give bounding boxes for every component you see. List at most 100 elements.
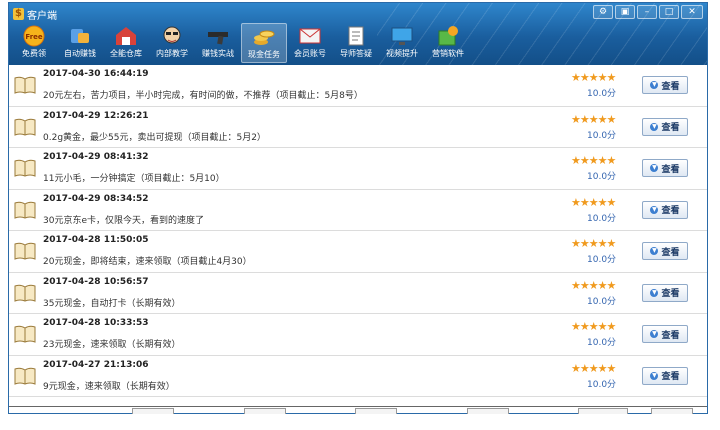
rating-score: 10.0分	[587, 338, 617, 348]
book-icon	[14, 76, 36, 94]
task-description: 20元左右，苦力项目，半小时完成，有时间的做，不推荐（项目截止：5月8号）	[43, 91, 363, 101]
rating-stars: ★★★★★	[571, 361, 616, 375]
book-icon	[14, 284, 36, 302]
down-arrow-icon: ▼	[650, 205, 659, 214]
task-description: 11元小毛，一分钟搞定（项目截止：5月10）	[43, 174, 225, 184]
view-button[interactable]: ▼ 查看	[642, 242, 688, 260]
tool-free[interactable]: Free 免费领	[11, 23, 57, 63]
view-button[interactable]: ▼ 查看	[642, 200, 688, 219]
view-button-label: 查看	[661, 247, 680, 258]
tool-teaching[interactable]: 内部教学	[149, 23, 195, 63]
document-icon	[343, 25, 369, 47]
tool-practice[interactable]: 赚钱实战	[195, 23, 241, 63]
coins-icon	[251, 26, 277, 48]
view-button-label: 查看	[661, 164, 680, 175]
rating-stars: ★★★★★	[571, 320, 616, 333]
rating-score: 10.0分	[587, 172, 617, 182]
auto-earn-icon	[67, 25, 93, 47]
down-arrow-icon: ▼	[650, 330, 659, 338]
down-arrow-icon: ▼	[650, 122, 659, 131]
down-arrow-icon: ▼	[650, 247, 659, 255]
task-row: 2017-04-28 10:56:57 35元现金，自动打卡（长期有效） ★★★★★…	[9, 273, 707, 314]
rating-score: 10.0分	[587, 379, 617, 390]
title-bar: $ 客户端	[13, 6, 57, 22]
task-row: 2017-04-27 21:13:06 9元现金，速来领取（长期有效） ★★★★★ 1…	[9, 356, 707, 397]
view-button[interactable]: ▼ 查看	[642, 283, 688, 302]
task-time: 2017-04-29 08:34:52	[43, 193, 149, 204]
app-logo-icon: $	[13, 8, 24, 20]
tool-auto-earn[interactable]: 自动赚钱	[57, 23, 103, 63]
view-button[interactable]: ▼ 查看	[642, 117, 688, 136]
tool-warehouse[interactable]: 全能仓库	[103, 23, 149, 63]
rating-score: 10.0分	[587, 130, 617, 141]
rating-stars: ★★★★★	[571, 71, 616, 84]
view-button[interactable]: ▼ 查看	[642, 159, 688, 177]
window-controls: ⚙ ▣ – □ ✕	[593, 5, 703, 19]
down-arrow-icon: ▼	[650, 164, 659, 172]
task-description: 20元现金，即将结束，速来领取（项目截止4月30）	[43, 257, 252, 267]
task-time: 2017-04-29 08:41:32	[43, 152, 149, 162]
settings-icon[interactable]: ⚙	[593, 5, 613, 19]
task-description: 0.2g黄金，最少55元，卖出可提现（项目截止：5月2）	[43, 132, 266, 143]
task-row: 2017-04-28 11:50:05 20元现金，即将结束，速来领取（项目截止4…	[9, 231, 707, 273]
task-time: 2017-04-28 10:56:57	[43, 276, 149, 287]
task-description: 35元现金，自动打卡（长期有效）	[43, 298, 181, 309]
task-time: 2017-04-28 10:33:53	[43, 318, 149, 328]
book-icon	[14, 118, 36, 136]
rating-score: 10.0分	[587, 255, 617, 265]
task-time: 2017-04-28 11:50:05	[43, 235, 149, 245]
task-row: 2017-04-29 08:34:52 30元京东e卡，仅限今天，看到的速度了 ★★…	[9, 190, 707, 231]
view-button-label: 查看	[661, 206, 680, 216]
app-title: 客户端	[27, 10, 57, 22]
rating-score: 10.0分	[587, 296, 617, 307]
warehouse-icon	[113, 25, 139, 47]
view-button[interactable]: ▼ 查看	[642, 325, 688, 343]
view-button-label: 查看	[661, 81, 680, 92]
down-arrow-icon: ▼	[650, 288, 659, 297]
tool-video[interactable]: 视频提升	[379, 23, 425, 63]
book-icon	[14, 159, 36, 177]
view-button-label: 查看	[661, 289, 680, 299]
task-description: 30元京东e卡，仅限今天，看到的速度了	[43, 215, 204, 226]
task-description: 23元现金，速来领取（长期有效）	[43, 340, 181, 350]
monitor-icon	[389, 25, 415, 47]
view-button-label: 查看	[661, 330, 680, 341]
minimize-icon[interactable]: –	[637, 5, 657, 19]
software-icon	[435, 25, 461, 47]
maximize-icon[interactable]: □	[659, 5, 679, 19]
view-button[interactable]: ▼ 查看	[642, 366, 688, 385]
tool-mentor[interactable]: 导师答疑	[333, 23, 379, 63]
task-row: 2017-04-29 08:41:32 11元小毛，一分钟搞定（项目截止：5月10…	[9, 148, 707, 190]
rating-score: 10.0分	[587, 89, 617, 99]
rating-stars: ★★★★★	[571, 112, 616, 126]
view-button-label: 查看	[661, 372, 680, 382]
tool-marketing[interactable]: 营销软件	[425, 23, 471, 63]
task-time: 2017-04-29 12:26:21	[43, 110, 149, 121]
skin-icon[interactable]: ▣	[615, 5, 635, 19]
book-icon	[14, 325, 36, 343]
view-button[interactable]: ▼ 查看	[642, 76, 688, 94]
tool-member[interactable]: 会员账号	[287, 23, 333, 63]
down-arrow-icon: ▼	[650, 81, 659, 89]
task-list: 2017-04-30 16:44:19 20元左右，苦力项目，半小时完成，有时间的…	[9, 65, 707, 397]
main-toolbar: Free 免费领 自动赚钱 全能仓库 内部教学 赚钱实战 现金任务 会员账号 导…	[11, 23, 471, 63]
header-bar: $ 客户端 ⚙ ▣ – □ ✕ Free 免费领 自动赚钱 全能仓库 内部教学 …	[9, 3, 707, 65]
close-icon[interactable]: ✕	[681, 5, 703, 19]
free-badge-icon: Free	[21, 25, 47, 47]
task-time: 2017-04-30 16:44:19	[43, 69, 149, 79]
tool-cash-task[interactable]: 现金任务	[241, 23, 287, 63]
envelope-icon	[297, 25, 323, 47]
bottom-bar	[9, 406, 707, 414]
client-window: $ 客户端 ⚙ ▣ – □ ✕ Free 免费领 自动赚钱 全能仓库 内部教学 …	[8, 2, 708, 414]
rating-stars: ★★★★★	[571, 195, 616, 209]
down-arrow-icon: ▼	[650, 371, 659, 380]
rating-score: 10.0分	[587, 213, 617, 224]
teacher-icon	[159, 25, 185, 47]
view-button-label: 查看	[661, 123, 680, 133]
svg-text:Free: Free	[25, 33, 43, 41]
rating-stars: ★★★★★	[571, 237, 616, 250]
task-row: 2017-04-29 12:26:21 0.2g黄金，最少55元，卖出可提现（项目…	[9, 107, 707, 148]
task-description: 9元现金，速来领取（长期有效）	[43, 381, 175, 392]
task-row: 2017-04-28 10:33:53 23元现金，速来领取（长期有效） ★★★★★…	[9, 314, 707, 356]
gun-icon	[205, 25, 231, 47]
